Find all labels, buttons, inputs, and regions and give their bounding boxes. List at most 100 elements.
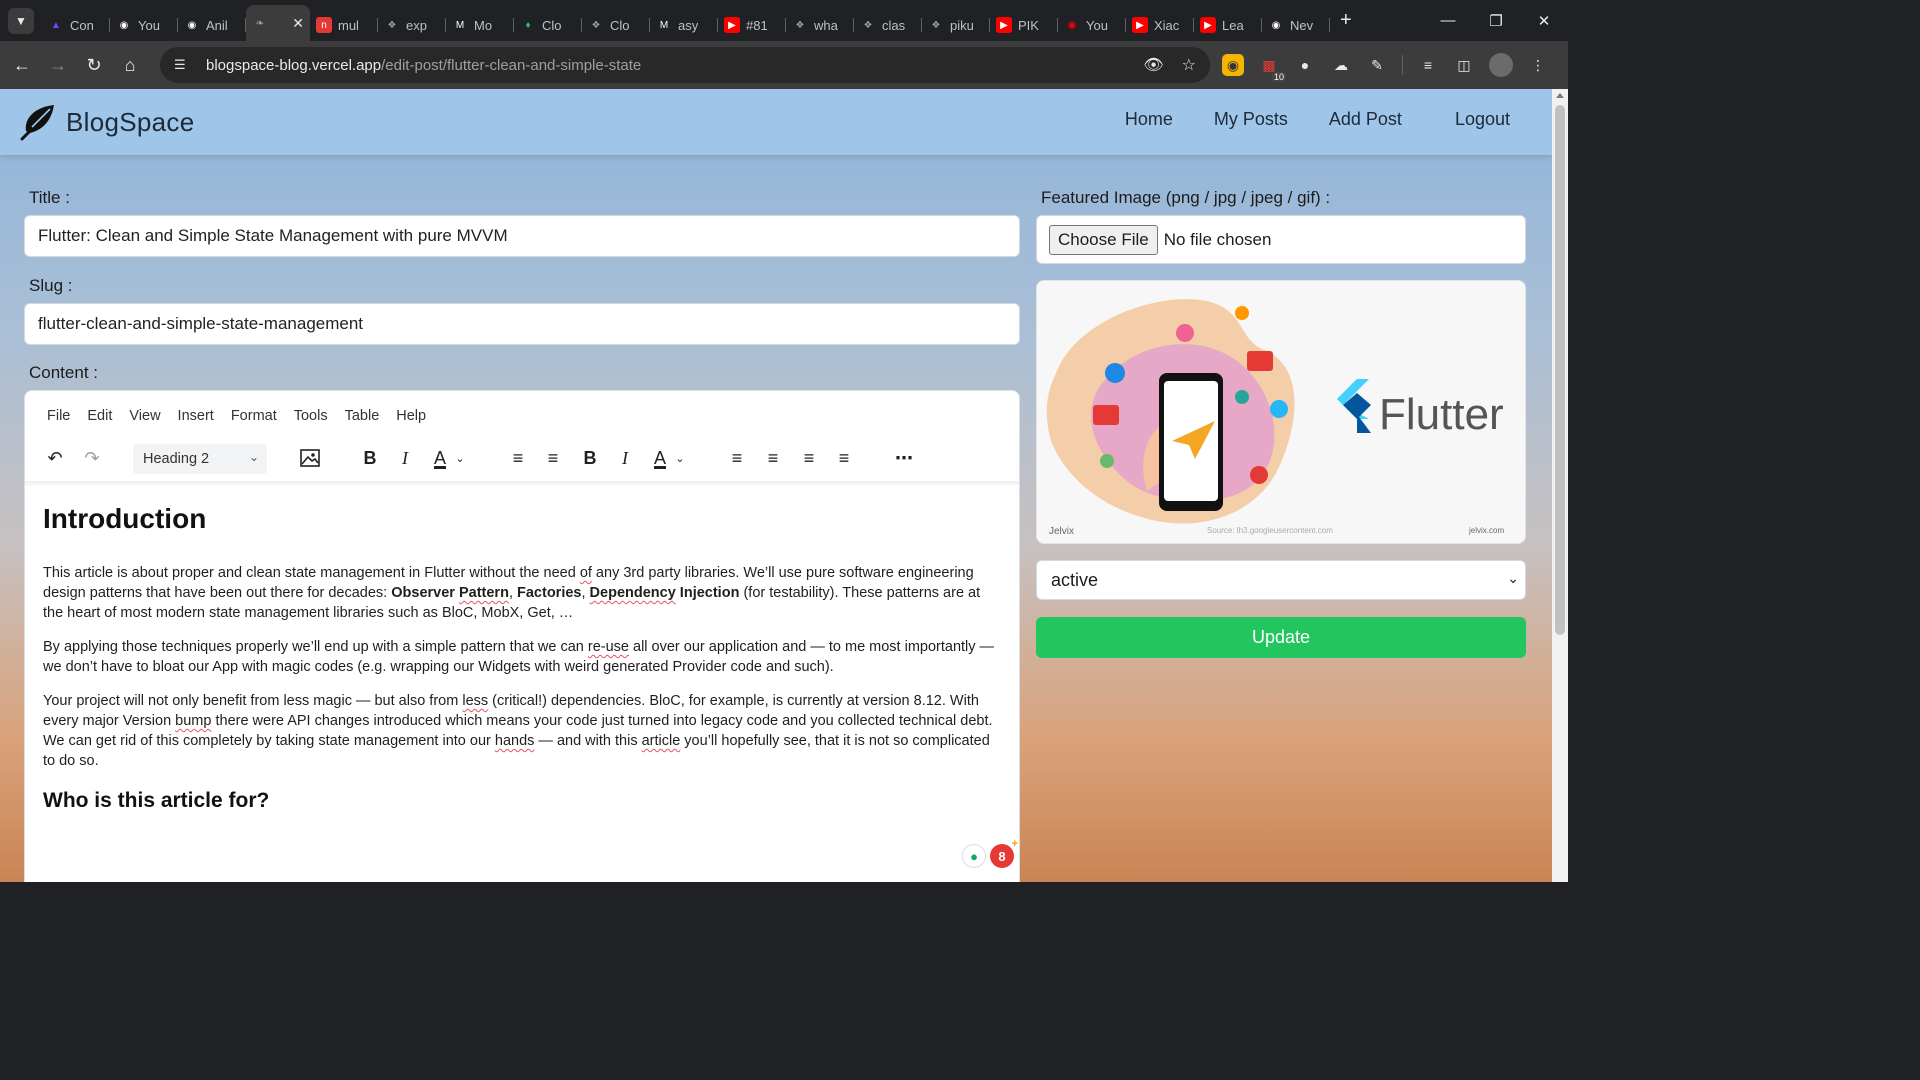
feather-logo-icon: [20, 105, 54, 141]
eye-off-icon[interactable]: 👁: [1143, 55, 1163, 75]
bold-icon-2[interactable]: B: [575, 443, 605, 473]
site-info-icon[interactable]: ☰: [174, 57, 192, 73]
floating-widget[interactable]: ● 8: [962, 838, 1018, 876]
align-left-icon[interactable]: ≡: [503, 443, 533, 473]
browser-tab[interactable]: ❧ ✕: [246, 5, 310, 41]
back-icon[interactable]: ←: [4, 47, 40, 83]
address-bar[interactable]: ☰ blogspace-blog.vercel.app/edit-post/fl…: [160, 47, 1210, 83]
new-tab-button[interactable]: +: [1340, 9, 1352, 32]
nav-logout[interactable]: Logout: [1455, 109, 1510, 130]
browser-tab[interactable]: ❖ wha: [786, 9, 854, 41]
url-host: blogspace-blog.vercel.app: [206, 56, 382, 74]
slug-input[interactable]: flutter-clean-and-simple-state-managemen…: [24, 303, 1020, 345]
minimize-icon[interactable]: —: [1424, 0, 1472, 41]
align-right-icon[interactable]: ≡: [794, 443, 824, 473]
browser-tab[interactable]: ♦ Clo: [514, 9, 582, 41]
profile-avatar[interactable]: [1489, 53, 1513, 77]
home-icon[interactable]: ⌂: [112, 47, 148, 83]
nav-home[interactable]: Home: [1125, 109, 1173, 130]
undo-icon[interactable]: ↶: [40, 443, 70, 473]
menu-view[interactable]: View: [129, 408, 160, 424]
more-options-icon[interactable]: ⋯: [889, 443, 919, 473]
extension-pin-icon[interactable]: ●: [1294, 54, 1316, 76]
browser-tab[interactable]: ▶ PIK: [990, 9, 1058, 41]
choose-file-button[interactable]: Choose File: [1049, 224, 1158, 255]
status-select[interactable]: active ⌄: [1036, 560, 1526, 600]
cloud-icon[interactable]: ☁: [1330, 54, 1352, 76]
menu-help[interactable]: Help: [396, 408, 426, 424]
browser-tab[interactable]: ◉ Nev: [1262, 9, 1330, 41]
browser-tab[interactable]: Masy: [650, 9, 718, 41]
browser-tab[interactable]: ▲ Con: [42, 9, 110, 41]
record-icon: ◉: [1067, 19, 1077, 31]
preview-right-caption: jelvix.com: [1468, 526, 1504, 535]
chrome-icon: ◉: [1271, 19, 1281, 31]
update-button[interactable]: Update: [1036, 617, 1526, 658]
menu-file[interactable]: File: [47, 408, 70, 424]
tab-close-icon[interactable]: ✕: [292, 15, 304, 32]
browser-tab[interactable]: n mul: [310, 9, 378, 41]
tab-title: mul: [338, 17, 359, 33]
scrollbar-thumb[interactable]: [1555, 105, 1565, 635]
browser-tab[interactable]: ◉ Anil: [178, 9, 246, 41]
reload-icon[interactable]: ↻: [76, 47, 112, 83]
browser-tab[interactable]: ▶ #81: [718, 9, 786, 41]
flutter-illustration: Flutter Jelvix Source: lh3.googleusercon…: [1046, 299, 1504, 537]
text-color-chevron-icon-2[interactable]: ⌄: [671, 443, 689, 473]
align-center-icon-2[interactable]: ≡: [758, 443, 788, 473]
content-subheading: Who is this article for?: [43, 789, 270, 812]
italic-icon-2[interactable]: I: [610, 443, 640, 473]
nav-my-posts[interactable]: My Posts: [1214, 109, 1288, 130]
align-center-icon[interactable]: ≡: [538, 443, 568, 473]
puzzle-icon[interactable]: ✎: [1366, 54, 1388, 76]
side-panel-icon[interactable]: ◫: [1453, 54, 1475, 76]
menu-table[interactable]: Table: [345, 408, 380, 424]
page: BlogSpace Home My Posts Add Post Logout …: [0, 89, 1552, 882]
menu-edit[interactable]: Edit: [87, 408, 112, 424]
browser-tab[interactable]: ◉ You: [110, 9, 178, 41]
site-header: BlogSpace Home My Posts Add Post Logout: [0, 89, 1552, 155]
reading-list-icon[interactable]: ≡: [1417, 54, 1439, 76]
menu-tools[interactable]: Tools: [294, 408, 328, 424]
tab-search-button[interactable]: ▼: [8, 7, 34, 34]
tab-title: You: [1086, 17, 1108, 33]
bookmark-star-icon[interactable]: ☆: [1182, 55, 1196, 75]
editor-content[interactable]: Introduction This article is about prope…: [43, 491, 1003, 813]
tab-title: asy: [678, 17, 699, 33]
medium-icon: M: [659, 19, 669, 31]
title-input[interactable]: Flutter: Clean and Simple State Manageme…: [24, 215, 1020, 257]
block-format-select[interactable]: Heading 2 ⌄: [133, 444, 267, 474]
extension-icon[interactable]: ◉: [1222, 54, 1244, 76]
grammar-check-icon[interactable]: ●: [962, 844, 986, 868]
tab-title: You: [138, 17, 160, 33]
browser-tab[interactable]: ❖ clas: [854, 9, 922, 41]
menu-format[interactable]: Format: [231, 408, 277, 424]
justify-icon[interactable]: ≡: [829, 443, 859, 473]
browser-tab[interactable]: M Mo: [446, 9, 514, 41]
page-scrollbar[interactable]: [1552, 89, 1568, 882]
align-left-icon-2[interactable]: ≡: [722, 443, 752, 473]
extension-badge-icon[interactable]: ▩ 10: [1258, 54, 1286, 82]
browser-tab[interactable]: ❖ Clo: [582, 9, 650, 41]
browser-tab[interactable]: ❖ piku: [922, 9, 990, 41]
openai-icon: ❖: [591, 19, 601, 31]
nav-add-post[interactable]: Add Post: [1329, 109, 1402, 130]
insert-image-icon[interactable]: [295, 443, 325, 473]
close-window-icon[interactable]: ✕: [1520, 0, 1568, 41]
notification-count[interactable]: 8: [990, 838, 1018, 868]
italic-icon[interactable]: I: [390, 443, 420, 473]
browser-tab[interactable]: ❖ exp: [378, 9, 446, 41]
bold-icon[interactable]: B: [355, 443, 385, 473]
menu-insert[interactable]: Insert: [178, 408, 214, 424]
browser-tab[interactable]: ▶ Xiac: [1126, 9, 1194, 41]
browser-tab[interactable]: ▶ Lea: [1194, 9, 1262, 41]
more-menu-icon[interactable]: ⋮: [1527, 54, 1549, 76]
forward-icon[interactable]: →: [40, 47, 76, 83]
brand[interactable]: BlogSpace: [16, 101, 194, 143]
redo-icon[interactable]: ↷: [77, 443, 107, 473]
browser-tab[interactable]: ◉ You: [1058, 9, 1126, 41]
restore-icon[interactable]: ❐: [1472, 0, 1520, 41]
content-paragraph-1: This article is about proper and clean s…: [43, 565, 981, 621]
scroll-up-icon[interactable]: [1556, 93, 1564, 98]
text-color-chevron-icon[interactable]: ⌄: [451, 443, 469, 473]
